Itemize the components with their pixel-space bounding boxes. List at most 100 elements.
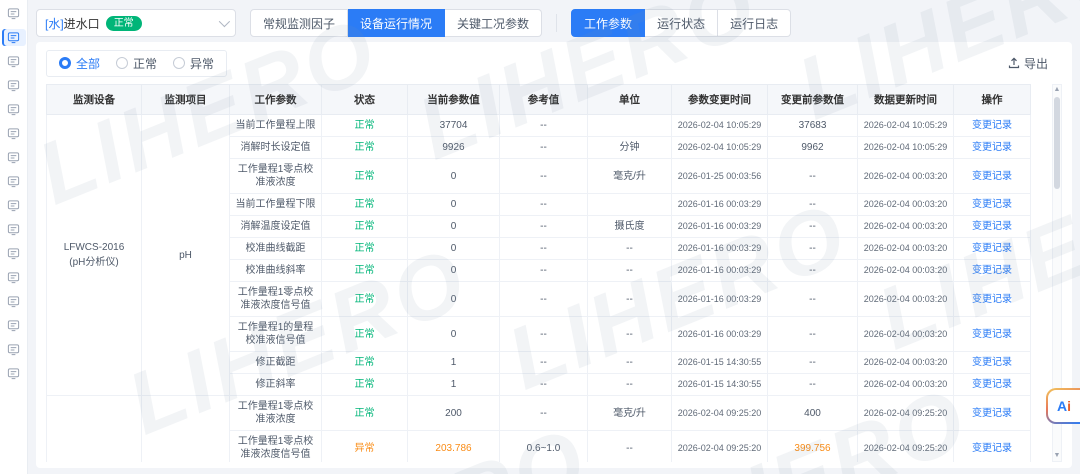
sidebar bbox=[0, 0, 28, 474]
change-record-link[interactable]: 变更记录 bbox=[972, 265, 1012, 276]
status-filter-0[interactable]: 全部 bbox=[59, 55, 100, 72]
param-changed-time-cell: 2026-02-04 09:25:20 bbox=[672, 431, 768, 463]
reference-value-cell: 0.6~1.0 bbox=[500, 431, 588, 463]
action-cell: 变更记录 bbox=[954, 115, 1031, 137]
status-filter-1[interactable]: 正常 bbox=[116, 55, 157, 72]
report-chart-icon[interactable] bbox=[2, 149, 26, 166]
change-record-link[interactable]: 变更记录 bbox=[972, 357, 1012, 368]
previous-value-cell: -- bbox=[768, 352, 858, 374]
tab-parameters-2[interactable]: 运行日志 bbox=[718, 9, 791, 37]
database-icon[interactable] bbox=[2, 341, 26, 358]
unit-cell: -- bbox=[588, 317, 672, 352]
param-changed-time-cell: 2026-02-04 09:25:20 bbox=[672, 396, 768, 431]
param-changed-time-cell: 2026-02-04 10:05:29 bbox=[672, 137, 768, 159]
previous-value-cell: -- bbox=[768, 159, 858, 194]
change-record-link[interactable]: 变更记录 bbox=[972, 221, 1012, 232]
reference-value-cell: -- bbox=[500, 352, 588, 374]
previous-value-cell: 37683 bbox=[768, 115, 858, 137]
param-name-cell: 校准曲线截距 bbox=[230, 238, 322, 260]
current-value-cell: 0 bbox=[408, 238, 500, 260]
change-record-link[interactable]: 变更记录 bbox=[972, 199, 1012, 210]
status-cell: 正常 bbox=[322, 260, 408, 282]
table-row: LFWCS-2016(pH分析仪)pH当前工作量程上限正常37704--2026… bbox=[47, 115, 1031, 137]
status-cell: 正常 bbox=[322, 216, 408, 238]
data-updated-time-cell: 2026-02-04 10:05:29 bbox=[858, 115, 954, 137]
qr-code-icon[interactable] bbox=[2, 101, 26, 118]
action-cell: 变更记录 bbox=[954, 260, 1031, 282]
monitor-dashboard-icon[interactable] bbox=[2, 29, 26, 46]
device-name: LFWCS-2016 bbox=[50, 240, 138, 255]
export-icon bbox=[1008, 57, 1020, 69]
main-area: [水] 进水口 正常 常规监测因子设备运行情况关键工况参数 工作参数运行状态运行… bbox=[28, 0, 1080, 474]
terminal-icon[interactable] bbox=[2, 293, 26, 310]
param-changed-time-cell: 2026-01-15 14:30:55 bbox=[672, 352, 768, 374]
scroll-up-icon[interactable]: ▲ bbox=[1054, 85, 1061, 95]
param-changed-time-cell: 2026-01-25 00:03:56 bbox=[672, 159, 768, 194]
status-cell: 正常 bbox=[322, 159, 408, 194]
ai-assistant-button[interactable]: Ai bbox=[1046, 388, 1080, 424]
document-icon[interactable] bbox=[2, 173, 26, 190]
tab-parameters-0[interactable]: 工作参数 bbox=[571, 9, 645, 37]
action-cell: 变更记录 bbox=[954, 374, 1031, 396]
clock-history-icon[interactable] bbox=[2, 197, 26, 214]
scroll-down-icon[interactable]: ▼ bbox=[1054, 451, 1061, 461]
radio-label: 异常 bbox=[190, 55, 214, 72]
message-board-icon[interactable] bbox=[2, 269, 26, 286]
site-list-icon[interactable] bbox=[2, 53, 26, 70]
unit-cell: -- bbox=[588, 238, 672, 260]
change-record-link[interactable]: 变更记录 bbox=[972, 294, 1012, 305]
reference-value-cell: -- bbox=[500, 374, 588, 396]
current-value-cell: 9926 bbox=[408, 137, 500, 159]
param-changed-time-cell: 2026-01-16 00:03:29 bbox=[672, 282, 768, 317]
tab-monitoring-2[interactable]: 关键工况参数 bbox=[445, 9, 542, 37]
data-updated-time-cell: 2026-02-04 09:25:20 bbox=[858, 431, 954, 463]
change-record-link[interactable]: 变更记录 bbox=[972, 379, 1012, 390]
previous-value-cell: 9962 bbox=[768, 137, 858, 159]
tab-monitoring-0[interactable]: 常规监测因子 bbox=[250, 9, 348, 37]
export-button[interactable]: 导出 bbox=[1008, 55, 1062, 72]
change-record-link[interactable]: 变更记录 bbox=[972, 171, 1012, 182]
site-monitor-icon[interactable] bbox=[2, 221, 26, 238]
calendar-icon[interactable] bbox=[2, 317, 26, 334]
previous-value-cell: -- bbox=[768, 194, 858, 216]
unit-cell: 毫克/升 bbox=[588, 159, 672, 194]
status-cell: 正常 bbox=[322, 282, 408, 317]
previous-value-cell: -- bbox=[768, 374, 858, 396]
image-gallery-icon[interactable] bbox=[2, 125, 26, 142]
radio-dot-icon bbox=[173, 57, 185, 69]
current-value-cell: 200 bbox=[408, 396, 500, 431]
change-record-link[interactable]: 变更记录 bbox=[972, 142, 1012, 153]
tab-parameters-1[interactable]: 运行状态 bbox=[645, 9, 718, 37]
col-header-5: 参考值 bbox=[500, 85, 588, 115]
param-name-cell: 当前工作量程下限 bbox=[230, 194, 322, 216]
current-value-cell: 37704 bbox=[408, 115, 500, 137]
monitor-item-cell: pH bbox=[142, 115, 230, 396]
change-record-link[interactable]: 变更记录 bbox=[972, 329, 1012, 340]
data-updated-time-cell: 2026-02-04 00:03:20 bbox=[858, 216, 954, 238]
col-header-0: 监测设备 bbox=[47, 85, 142, 115]
reference-value-cell: -- bbox=[500, 238, 588, 260]
tab-monitoring-1[interactable]: 设备运行情况 bbox=[348, 9, 445, 37]
radio-label: 正常 bbox=[133, 55, 157, 72]
data-edit-icon[interactable] bbox=[2, 77, 26, 94]
change-record-link[interactable]: 变更记录 bbox=[972, 408, 1012, 419]
change-record-link[interactable]: 变更记录 bbox=[972, 120, 1012, 131]
previous-value-cell: -- bbox=[768, 282, 858, 317]
change-record-link[interactable]: 变更记录 bbox=[972, 443, 1012, 454]
change-record-link[interactable]: 变更记录 bbox=[972, 243, 1012, 254]
param-name-cell: 工作量程1零点校准液浓度信号值 bbox=[230, 431, 322, 463]
station-select[interactable]: [水] 进水口 正常 bbox=[36, 9, 236, 37]
param-name-cell: 修正斜率 bbox=[230, 374, 322, 396]
status-filter-2[interactable]: 异常 bbox=[173, 55, 214, 72]
param-changed-time-cell: 2026-01-15 14:30:55 bbox=[672, 374, 768, 396]
previous-value-cell: 400 bbox=[768, 396, 858, 431]
video-monitor-icon[interactable] bbox=[2, 245, 26, 262]
settings-gear-icon[interactable] bbox=[2, 365, 26, 382]
device-overview-icon[interactable] bbox=[2, 5, 26, 22]
action-cell: 变更记录 bbox=[954, 216, 1031, 238]
monitor-item-cell bbox=[142, 396, 230, 463]
unit-cell: 摄氏度 bbox=[588, 216, 672, 238]
scrollbar-thumb[interactable] bbox=[1054, 97, 1060, 189]
col-header-7: 参数变更时间 bbox=[672, 85, 768, 115]
current-value-cell: 1 bbox=[408, 374, 500, 396]
